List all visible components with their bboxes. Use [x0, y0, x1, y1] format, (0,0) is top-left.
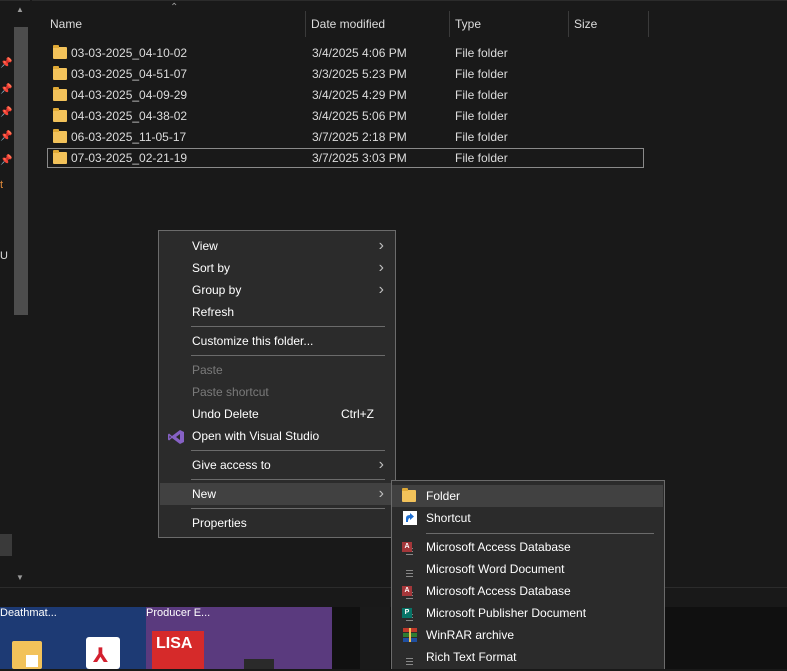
pdf-icon: ⅄: [86, 637, 120, 669]
folder-icon: [53, 150, 67, 164]
submenu-item-rich-text-format[interactable]: Rich Text Format: [392, 646, 663, 668]
taskbar-thumbnail-producer[interactable]: Producer E... LISA: [146, 607, 332, 669]
file-date: 3/7/2025 2:18 PM: [312, 130, 407, 144]
menu-item-properties[interactable]: Properties: [160, 512, 394, 534]
folder-icon: [53, 66, 67, 80]
menu-separator: [191, 355, 385, 356]
file-name: 03-03-2025_04-51-07: [71, 67, 188, 81]
file-name: 04-03-2025_04-38-02: [71, 109, 188, 123]
nav-scrollbar[interactable]: ▲ ▼: [13, 5, 29, 585]
file-type: File folder: [455, 46, 508, 60]
menu-separator: [191, 450, 385, 451]
nav-selection-indicator: [0, 534, 12, 556]
taskbar-thumbnail-label: Producer E...: [146, 607, 211, 619]
submenu-item-access-database[interactable]: A Microsoft Access Database: [392, 580, 663, 602]
menu-item-give-access[interactable]: Give access to ›: [160, 454, 394, 476]
file-name: 04-03-2025_04-09-29: [71, 88, 188, 102]
file-row[interactable]: 06-03-2025_11-05-17 3/7/2025 2:18 PM Fil…: [47, 127, 644, 147]
menu-item-undo-delete[interactable]: Undo Delete Ctrl+Z: [160, 403, 394, 425]
folder-icon: [53, 87, 67, 101]
file-icon: [26, 655, 38, 667]
file-type: File folder: [455, 151, 508, 165]
menu-item-open-with-visual-studio[interactable]: Open with Visual Studio: [160, 425, 394, 447]
menu-item-view[interactable]: View ›: [160, 235, 394, 257]
folder-icon: [53, 45, 67, 59]
taskbar-thumbnail-deathmatch[interactable]: Deathmat...: [0, 607, 62, 669]
context-menu: View › Sort by › Group by › Refresh Cust…: [158, 230, 396, 538]
menu-item-paste: Paste: [192, 363, 223, 377]
keyboard-shortcut: Ctrl+Z: [341, 407, 374, 421]
file-date: 3/3/2025 5:23 PM: [312, 67, 407, 81]
chevron-right-icon: ›: [378, 281, 384, 298]
menu-separator: [191, 326, 385, 327]
folder-icon: [53, 108, 67, 122]
menu-item-sort-by[interactable]: Sort by ›: [160, 257, 394, 279]
folder-icon: [402, 488, 418, 506]
file-type: File folder: [455, 109, 508, 123]
pin-icon: 📌: [0, 58, 13, 69]
submenu-item-winrar-archive[interactable]: WinRAR archive: [392, 624, 663, 646]
chevron-right-icon: ›: [378, 485, 384, 502]
file-date: 3/4/2025 4:06 PM: [312, 46, 407, 60]
submenu-item-access-database[interactable]: A Microsoft Access Database: [392, 536, 663, 558]
nav-item-fragment[interactable]: t: [0, 179, 3, 191]
file-date: 3/7/2025 3:03 PM: [312, 151, 407, 165]
file-type: File folder: [455, 130, 508, 144]
menu-item-group-by[interactable]: Group by ›: [160, 279, 394, 301]
column-header-type[interactable]: Type: [449, 11, 569, 37]
new-submenu: Folder Shortcut A Microsoft Access Datab…: [391, 480, 665, 669]
visual-studio-icon: [168, 429, 184, 444]
navigation-pane: 📌 📌 📌 📌 📌 t U ▲ ▼: [0, 0, 30, 587]
file-date: 3/4/2025 4:29 PM: [312, 88, 407, 102]
chevron-right-icon: ›: [378, 237, 384, 254]
folder-icon: [53, 129, 67, 143]
lisa-logo: LISA: [152, 631, 204, 669]
column-header-name[interactable]: Name: [44, 11, 306, 37]
file-row-selected[interactable]: 07-03-2025_02-21-19 3/7/2025 3:03 PM Fil…: [47, 148, 644, 168]
shortcut-icon: [402, 510, 418, 526]
file-row[interactable]: 04-03-2025_04-38-02 3/4/2025 5:06 PM Fil…: [47, 106, 644, 126]
submenu-item-word-document[interactable]: Microsoft Word Document: [392, 558, 663, 580]
menu-separator: [191, 508, 385, 509]
access-icon: A: [402, 539, 418, 555]
submenu-item-folder[interactable]: Folder: [392, 485, 663, 507]
menu-item-customize-folder[interactable]: Customize this folder...: [160, 330, 394, 352]
access-icon: A: [402, 583, 418, 599]
chevron-right-icon: ›: [378, 456, 384, 473]
scroll-up-arrow-icon[interactable]: ▲: [16, 5, 24, 14]
word-document-icon: [402, 561, 418, 577]
taskbar-thumbnail-label: Deathmat...: [0, 607, 57, 619]
nav-item-fragment[interactable]: U: [0, 250, 8, 262]
file-row[interactable]: 03-03-2025_04-10-02 3/4/2025 4:06 PM Fil…: [47, 43, 644, 63]
file-row[interactable]: 04-03-2025_04-09-29 3/4/2025 4:29 PM Fil…: [47, 85, 644, 105]
file-name: 07-03-2025_02-21-19: [71, 151, 188, 165]
file-date: 3/4/2025 5:06 PM: [312, 109, 407, 123]
pin-icon: 📌: [0, 155, 13, 166]
file-row[interactable]: 03-03-2025_04-51-07 3/3/2025 5:23 PM Fil…: [47, 64, 644, 84]
submenu-item-shortcut[interactable]: Shortcut: [392, 507, 663, 529]
menu-item-new[interactable]: New ›: [160, 483, 394, 505]
menu-separator: [191, 479, 385, 480]
scrollbar-thumb[interactable]: [14, 27, 28, 315]
scroll-down-arrow-icon[interactable]: ▼: [16, 573, 24, 582]
file-name: 06-03-2025_11-05-17: [71, 130, 187, 144]
pin-icon: 📌: [0, 131, 13, 142]
column-header-size[interactable]: Size: [568, 11, 649, 37]
pin-icon: 📌: [0, 84, 13, 95]
file-type: File folder: [455, 88, 508, 102]
chevron-right-icon: ›: [378, 259, 384, 276]
file-type: File folder: [455, 67, 508, 81]
winrar-icon: [402, 627, 418, 643]
menu-separator: [426, 533, 654, 534]
rich-text-document-icon: [402, 649, 418, 665]
file-name: 03-03-2025_04-10-02: [71, 46, 188, 60]
submenu-item-publisher-document[interactable]: P Microsoft Publisher Document: [392, 602, 663, 624]
publisher-icon: P: [402, 605, 418, 621]
menu-item-refresh[interactable]: Refresh: [160, 301, 394, 323]
menu-item-paste-shortcut: Paste shortcut: [192, 385, 269, 399]
taskbar-thumbnail-pdf[interactable]: ⅄: [62, 607, 146, 669]
column-header-date-modified[interactable]: Date modified: [305, 11, 450, 37]
pin-icon: 📌: [0, 107, 13, 118]
